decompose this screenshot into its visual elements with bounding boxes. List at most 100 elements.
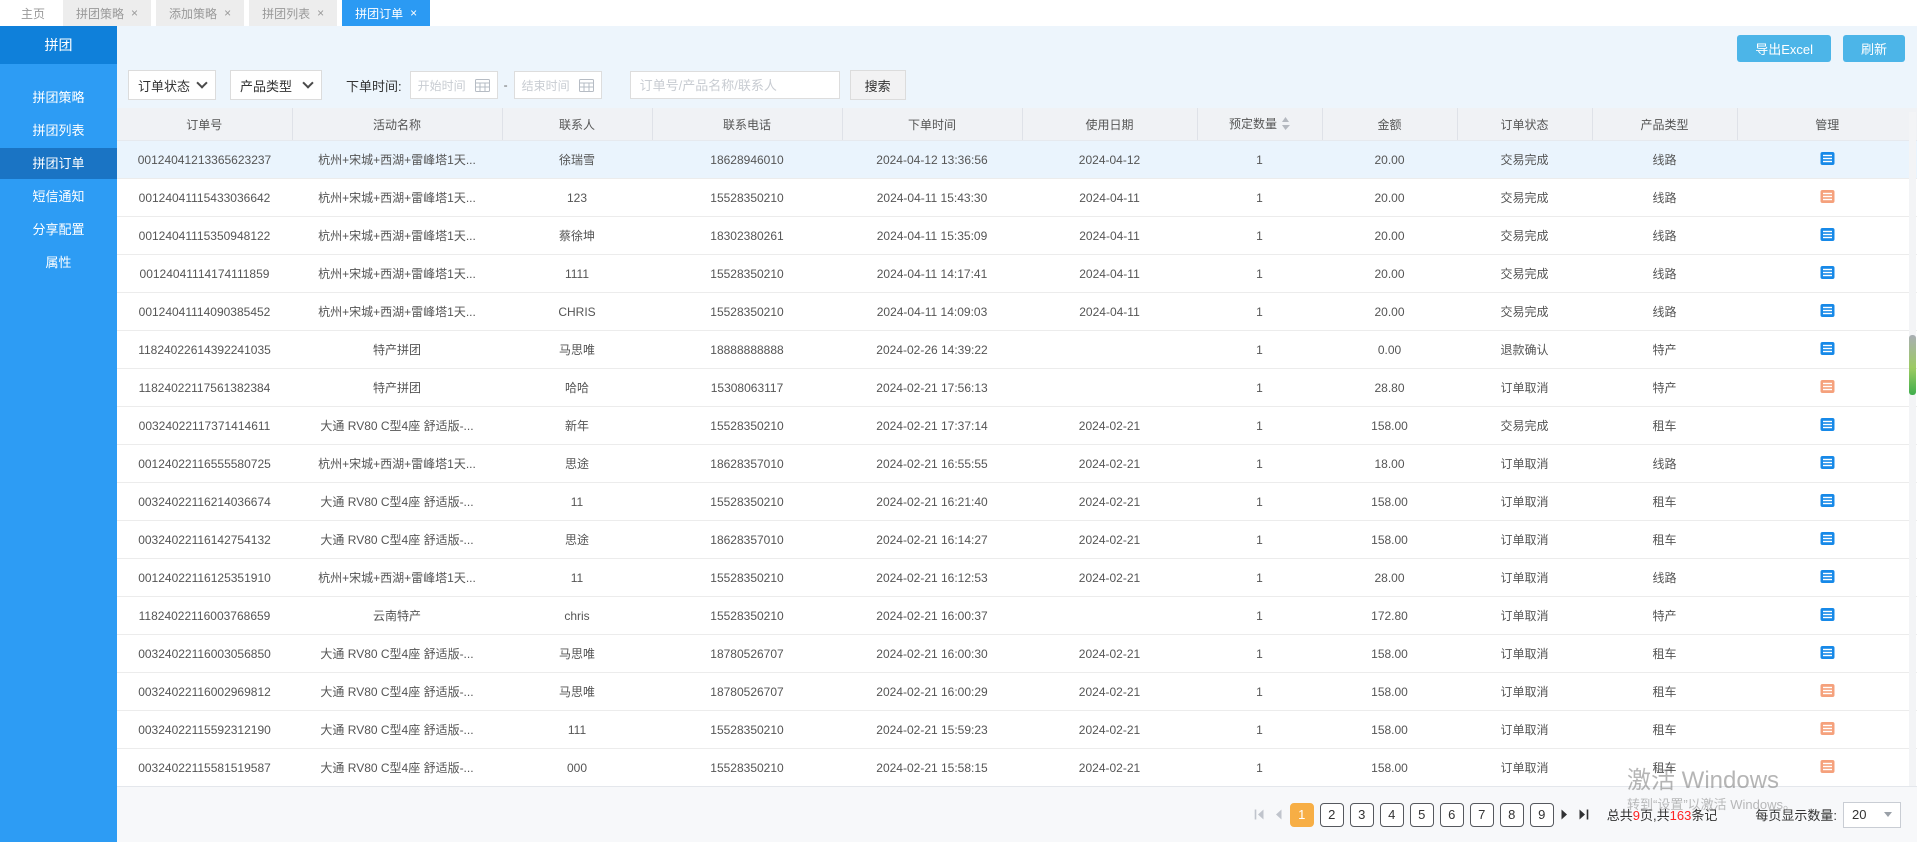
cell-manage bbox=[1737, 293, 1917, 331]
tab-close-icon[interactable]: × bbox=[131, 7, 138, 19]
order-status-select[interactable]: 订单状态 bbox=[128, 70, 216, 100]
page-button-4[interactable]: 4 bbox=[1380, 803, 1404, 827]
search-input[interactable] bbox=[630, 71, 840, 99]
column-header-联系人: 联系人 bbox=[502, 108, 652, 141]
order-detail-icon[interactable] bbox=[1820, 493, 1835, 508]
cell-order_time: 2024-02-21 16:00:37 bbox=[842, 597, 1022, 635]
column-header-管理: 管理 bbox=[1737, 108, 1917, 141]
cell-phone: 15528350210 bbox=[652, 483, 842, 521]
column-header-预定数量[interactable]: 预定数量 bbox=[1197, 108, 1322, 141]
cell-contact: CHRIS bbox=[502, 293, 652, 331]
order-detail-icon[interactable] bbox=[1820, 151, 1835, 166]
cell-order_no: 00324022116002969812 bbox=[117, 673, 292, 711]
scrollbar-thumb[interactable] bbox=[1909, 335, 1916, 395]
cell-qty: 1 bbox=[1197, 559, 1322, 597]
tab-拼团列表[interactable]: 拼团列表× bbox=[249, 0, 337, 26]
cell-use_date: 2024-04-11 bbox=[1022, 217, 1197, 255]
page-button-9[interactable]: 9 bbox=[1530, 803, 1554, 827]
order-detail-icon[interactable] bbox=[1820, 189, 1835, 204]
order-detail-icon[interactable] bbox=[1820, 265, 1835, 280]
tab-close-icon[interactable]: × bbox=[224, 7, 231, 19]
sidebar-item-拼团策略[interactable]: 拼团策略 bbox=[0, 82, 117, 113]
cell-phone: 15528350210 bbox=[652, 407, 842, 445]
cell-product_type: 特产 bbox=[1592, 369, 1737, 407]
cell-order_no: 00324022117371414611 bbox=[117, 407, 292, 445]
order-detail-icon[interactable] bbox=[1820, 379, 1835, 394]
tab-拼团策略[interactable]: 拼团策略 × bbox=[63, 0, 151, 26]
tab-添加策略[interactable]: 添加策略× bbox=[156, 0, 244, 26]
order-detail-icon[interactable] bbox=[1820, 607, 1835, 622]
sidebar-item-短信通知[interactable]: 短信通知 bbox=[0, 181, 117, 212]
page-button-5[interactable]: 5 bbox=[1410, 803, 1434, 827]
cell-amount: 172.80 bbox=[1322, 597, 1457, 635]
sidebar-item-拼团订单[interactable]: 拼团订单 bbox=[0, 148, 117, 179]
page-button-7[interactable]: 7 bbox=[1470, 803, 1494, 827]
order-detail-icon[interactable] bbox=[1820, 303, 1835, 318]
order-detail-icon[interactable] bbox=[1820, 759, 1835, 774]
page-button-2[interactable]: 2 bbox=[1320, 803, 1344, 827]
order-detail-icon[interactable] bbox=[1820, 227, 1835, 242]
cell-status: 订单取消 bbox=[1457, 597, 1592, 635]
cell-contact: 11 bbox=[502, 559, 652, 597]
cell-product_type: 租车 bbox=[1592, 673, 1737, 711]
sidebar-item-拼团列表[interactable]: 拼团列表 bbox=[0, 115, 117, 146]
cell-status: 订单取消 bbox=[1457, 559, 1592, 597]
cell-manage bbox=[1737, 597, 1917, 635]
order-detail-icon[interactable] bbox=[1820, 645, 1835, 660]
page-button-8[interactable]: 8 bbox=[1500, 803, 1524, 827]
page-button-3[interactable]: 3 bbox=[1350, 803, 1374, 827]
cell-amount: 28.00 bbox=[1322, 559, 1457, 597]
tab-close-icon[interactable]: × bbox=[317, 7, 324, 19]
prev-page-icon[interactable] bbox=[1269, 803, 1287, 827]
order-detail-icon[interactable] bbox=[1820, 455, 1835, 470]
cell-qty: 1 bbox=[1197, 407, 1322, 445]
sidebar-item-属性[interactable]: 属性 bbox=[0, 247, 117, 278]
cell-contact: 马思唯 bbox=[502, 331, 652, 369]
tab-主页[interactable]: 主页 bbox=[8, 0, 58, 26]
table-row: 11824022614392241035特产拼团马思唯1888888888820… bbox=[117, 331, 1917, 369]
column-header-订单状态: 订单状态 bbox=[1457, 108, 1592, 141]
tab-拼团订单[interactable]: 拼团订单× bbox=[342, 0, 430, 26]
start-date-input[interactable]: 开始时间 bbox=[410, 71, 498, 99]
end-date-input[interactable]: 结束时间 bbox=[514, 71, 602, 99]
cell-qty: 1 bbox=[1197, 179, 1322, 217]
cell-qty: 1 bbox=[1197, 521, 1322, 559]
order-detail-icon[interactable] bbox=[1820, 341, 1835, 356]
cell-product_type: 租车 bbox=[1592, 749, 1737, 787]
page-button-6[interactable]: 6 bbox=[1440, 803, 1464, 827]
cell-phone: 18888888888 bbox=[652, 331, 842, 369]
cell-amount: 20.00 bbox=[1322, 293, 1457, 331]
tab-close-icon[interactable]: × bbox=[410, 7, 417, 19]
first-page-icon[interactable] bbox=[1251, 803, 1269, 827]
cell-activity: 云南特产 bbox=[292, 597, 502, 635]
export-excel-button[interactable]: 导出Excel bbox=[1737, 35, 1831, 62]
scrollbar-track[interactable] bbox=[1909, 112, 1916, 786]
column-header-label: 使用日期 bbox=[1085, 118, 1133, 132]
sort-icon[interactable] bbox=[1281, 117, 1290, 133]
cell-amount: 20.00 bbox=[1322, 255, 1457, 293]
per-page-select[interactable]: 20 bbox=[1843, 802, 1901, 828]
column-header-使用日期: 使用日期 bbox=[1022, 108, 1197, 141]
order-detail-icon[interactable] bbox=[1820, 683, 1835, 698]
tab-label: 拼团策略 bbox=[76, 5, 124, 22]
order-detail-icon[interactable] bbox=[1820, 531, 1835, 546]
last-page-icon[interactable] bbox=[1575, 803, 1593, 827]
cell-use_date: 2024-04-12 bbox=[1022, 141, 1197, 179]
cell-order_time: 2024-04-11 14:09:03 bbox=[842, 293, 1022, 331]
table-row: 00324022116003056850大通 RV80 C型4座 舒适版-...… bbox=[117, 635, 1917, 673]
page-button-1[interactable]: 1 bbox=[1290, 803, 1314, 827]
next-page-icon[interactable] bbox=[1557, 803, 1575, 827]
cell-status: 订单取消 bbox=[1457, 673, 1592, 711]
product-type-select[interactable]: 产品类型 bbox=[230, 70, 322, 100]
order-detail-icon[interactable] bbox=[1820, 721, 1835, 736]
refresh-button[interactable]: 刷新 bbox=[1843, 35, 1905, 62]
cell-manage bbox=[1737, 331, 1917, 369]
order-detail-icon[interactable] bbox=[1820, 569, 1835, 584]
cell-status: 订单取消 bbox=[1457, 521, 1592, 559]
sidebar-item-分享配置[interactable]: 分享配置 bbox=[0, 214, 117, 245]
cell-phone: 18780526707 bbox=[652, 673, 842, 711]
order-detail-icon[interactable] bbox=[1820, 417, 1835, 432]
cell-order_time: 2024-04-12 13:36:56 bbox=[842, 141, 1022, 179]
search-button[interactable]: 搜索 bbox=[850, 70, 906, 100]
cell-order_no: 00124041114174111859 bbox=[117, 255, 292, 293]
